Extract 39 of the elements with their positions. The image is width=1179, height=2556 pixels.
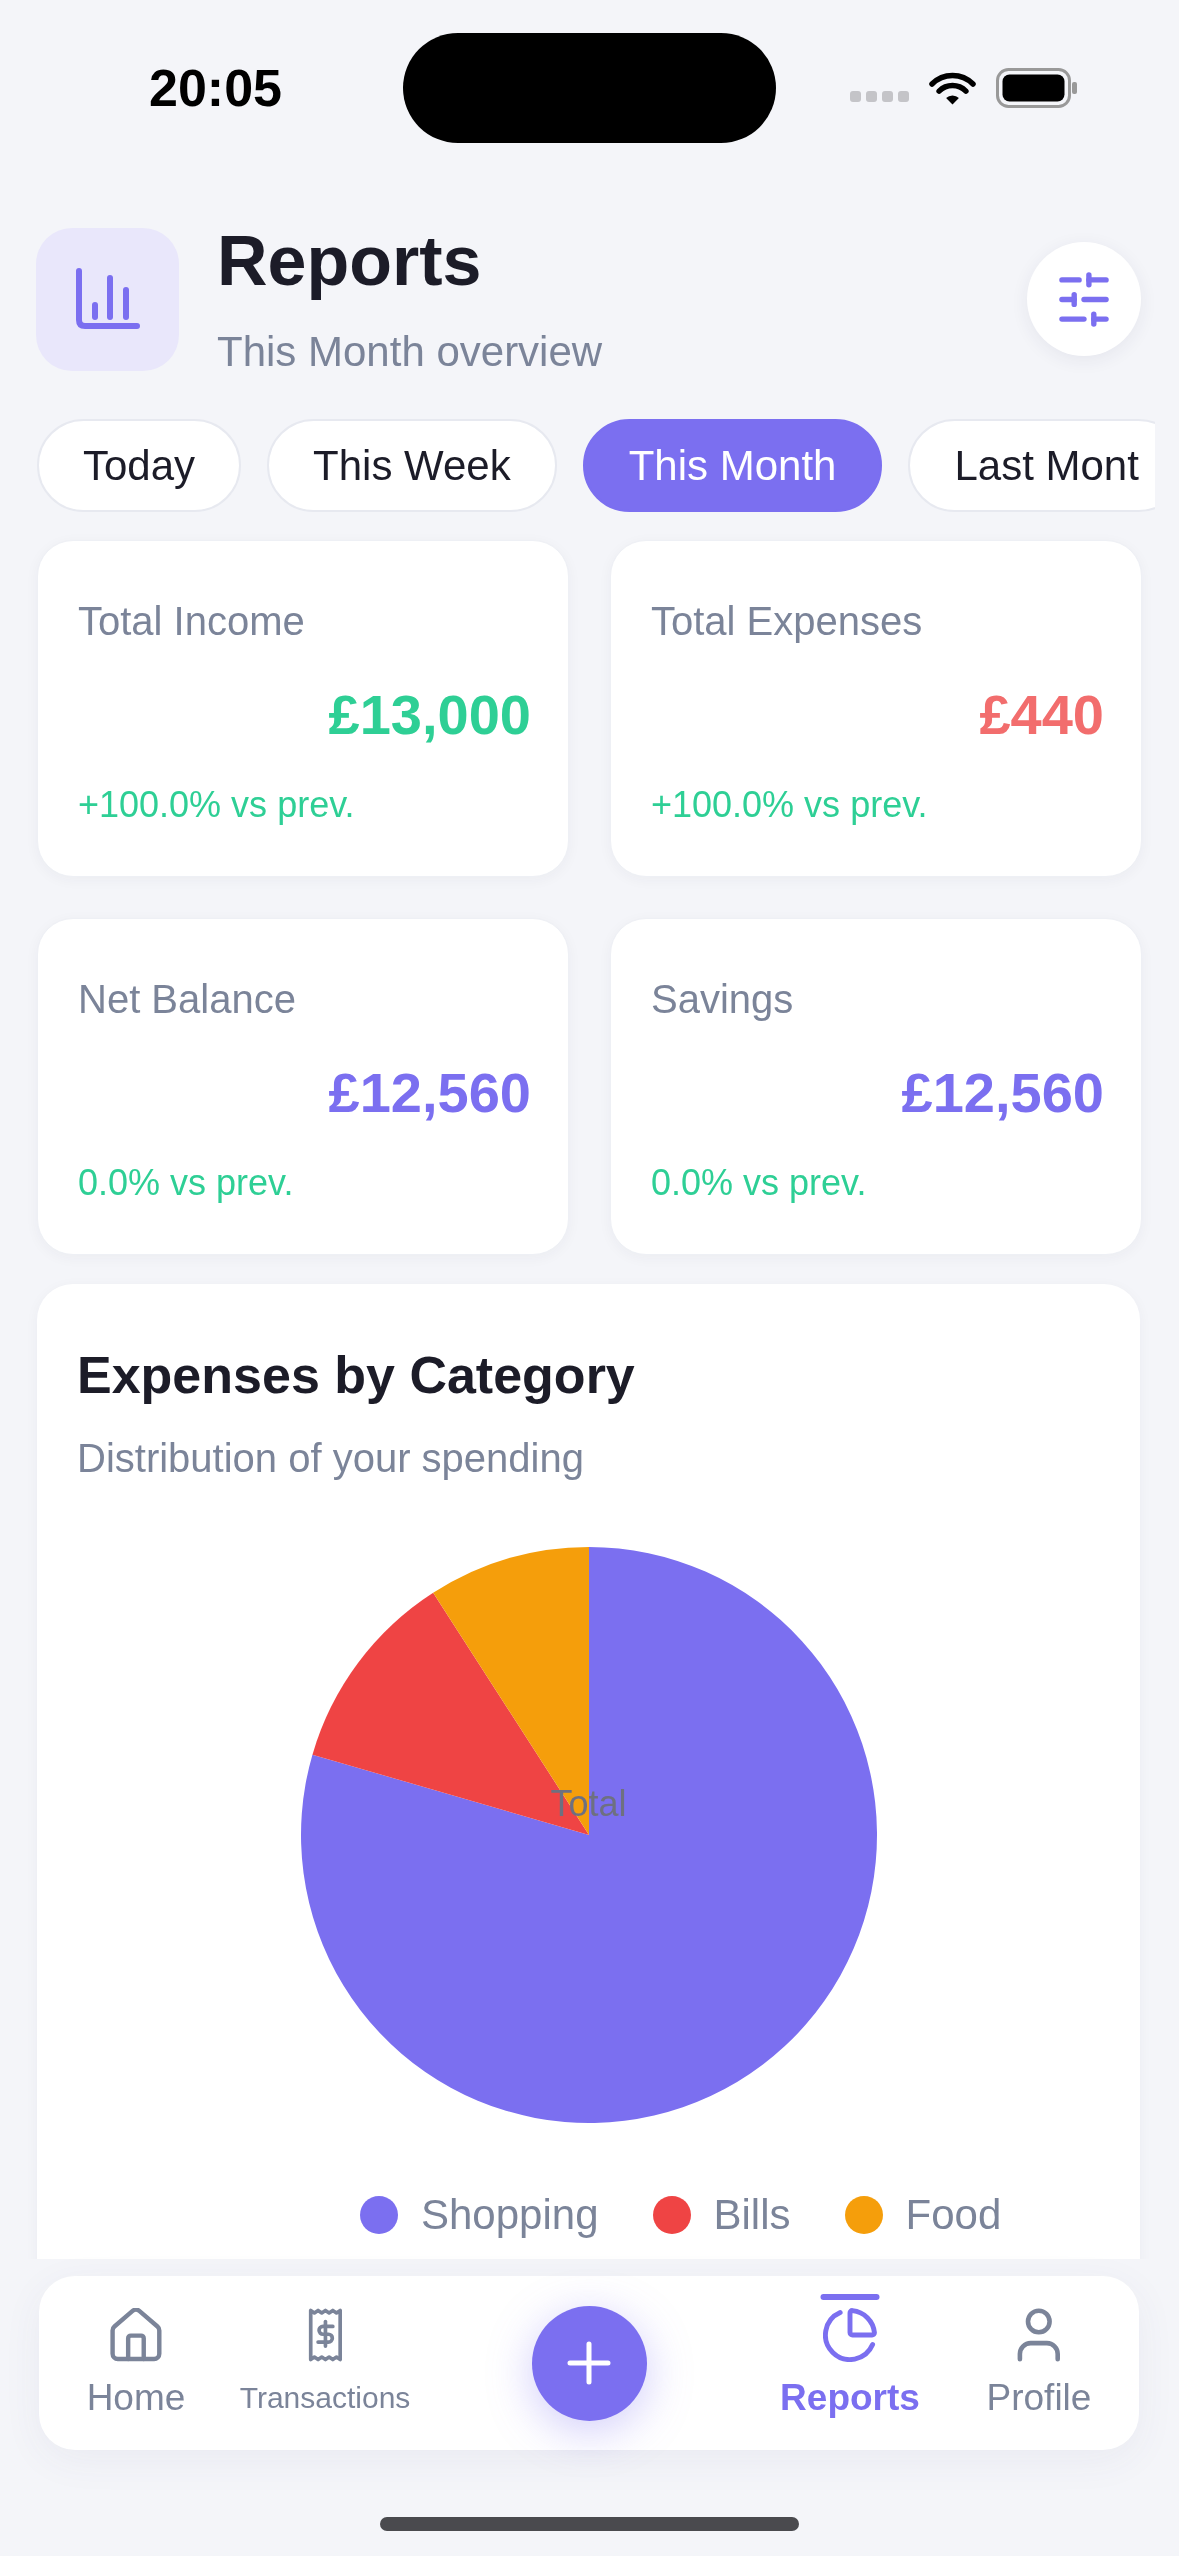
period-tab[interactable]: This Week — [267, 419, 557, 512]
legend-label: Shopping — [421, 2190, 599, 2240]
chart-subtitle: Distribution of your spending — [77, 1435, 584, 1482]
signal-icon — [849, 90, 909, 102]
pie-chart-icon — [823, 2308, 877, 2362]
period-tab[interactable]: Today — [37, 419, 242, 512]
legend-label: Food — [905, 2190, 1002, 2240]
stat-change: 0.0% vs prev. — [651, 1161, 867, 1205]
legend-label: Bills — [713, 2190, 791, 2240]
stat-label: Total Expenses — [651, 598, 923, 645]
nav-tab[interactable]: Profile — [982, 2294, 1096, 2420]
stat-label: Savings — [651, 976, 794, 1023]
stat-change: +100.0% vs prev. — [78, 783, 355, 827]
stat-label: Net Balance — [78, 976, 296, 1023]
person-icon — [1017, 2308, 1061, 2362]
period-tab[interactable]: Last Mont — [908, 419, 1155, 512]
page-subtitle: This Month overview — [217, 327, 603, 377]
page-title: Reports — [217, 221, 482, 301]
stat-change: 0.0% vs prev. — [78, 1161, 294, 1205]
nav-tab[interactable]: Home — [82, 2294, 190, 2420]
nav-tab[interactable]: Reports — [776, 2294, 924, 2420]
chart-title: Expenses by Category — [77, 1345, 635, 1406]
stat-value: £13,000 — [328, 682, 531, 748]
stat-change: +100.0% vs prev. — [651, 783, 928, 827]
active-indicator — [820, 2294, 880, 2300]
plus-icon — [567, 2341, 611, 2385]
period-tab[interactable]: This Month — [582, 419, 883, 512]
stat-value: £12,560 — [328, 1060, 531, 1126]
nav-tab[interactable]: Transactions — [235, 2294, 415, 2420]
receipt-icon — [307, 2308, 343, 2362]
stat-value: £12,560 — [901, 1060, 1104, 1126]
home-icon — [110, 2308, 162, 2362]
battery-icon — [995, 68, 1078, 108]
wifi-icon — [928, 71, 976, 105]
bar-chart-icon — [36, 227, 179, 371]
status-time: 20:05 — [148, 58, 282, 118]
stat-label: Total Income — [78, 598, 305, 645]
sliders-icon — [1059, 271, 1109, 327]
stat-value: £440 — [979, 682, 1104, 748]
